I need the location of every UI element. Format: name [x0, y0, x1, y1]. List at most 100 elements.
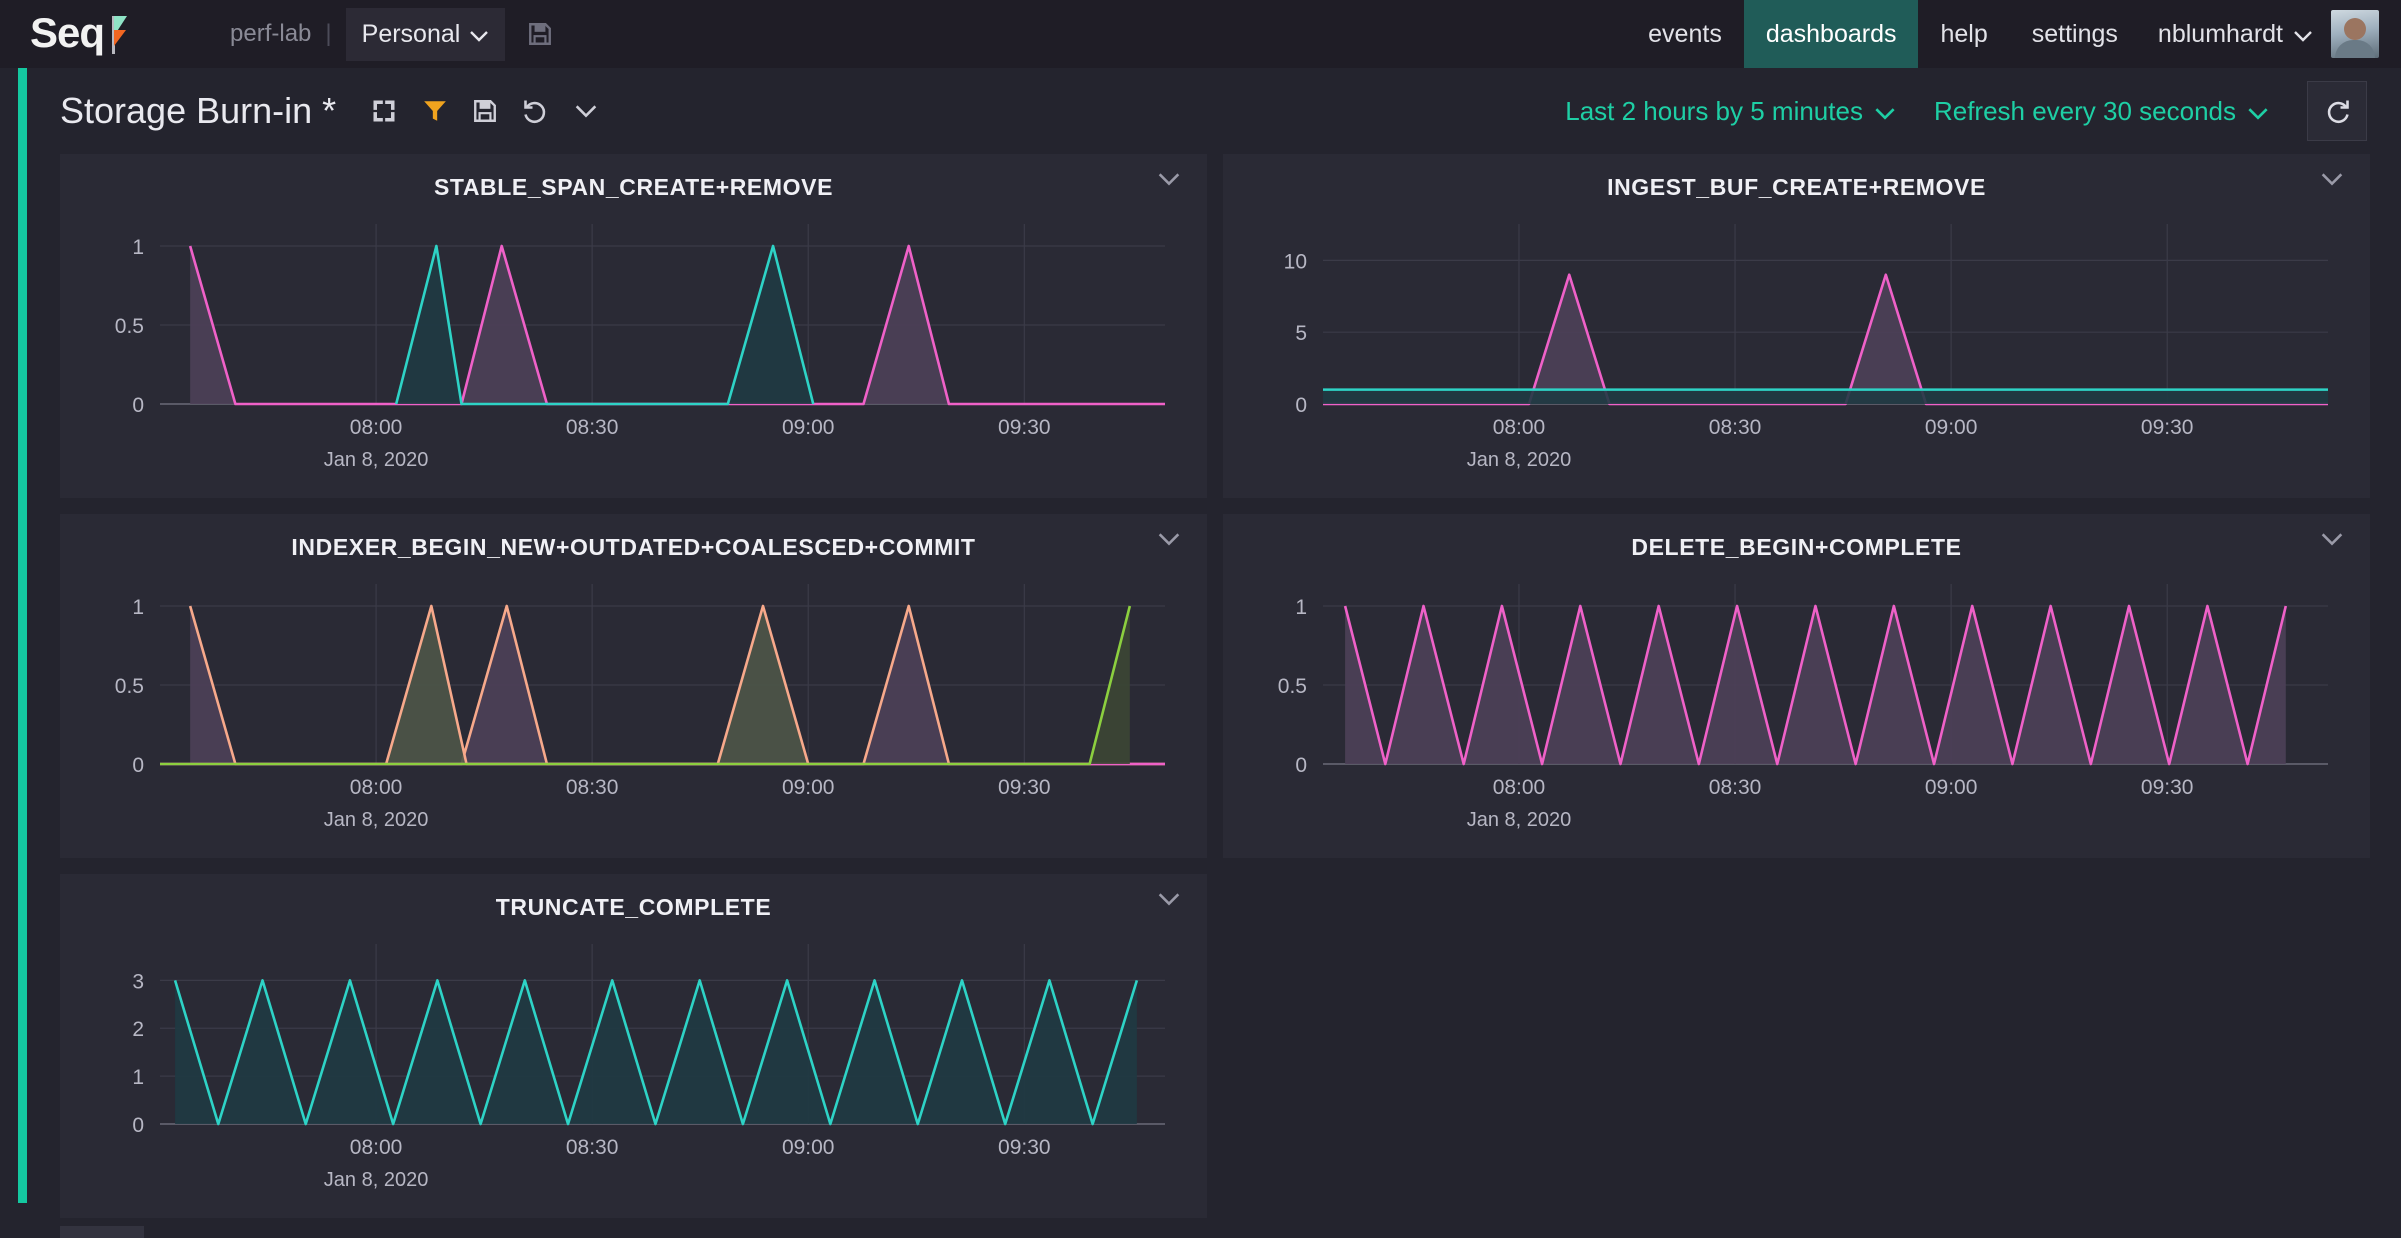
chart-title: INDEXER_BEGIN_NEW+OUTDATED+COALESCED+COM…: [291, 534, 976, 560]
x-axis-tick-label: 09:30: [998, 1136, 1051, 1159]
nav-item-dashboards[interactable]: dashboards: [1743, 0, 1919, 68]
x-axis-tick-label: 08:30: [566, 1136, 619, 1159]
x-axis-tick-label: 08:30: [566, 776, 619, 799]
chart-menu-chevron-down-icon[interactable]: [2320, 172, 2344, 186]
y-axis-tick-label: 10: [1284, 250, 1307, 273]
x-axis-date-label: Jan 8, 2020: [324, 1169, 429, 1191]
x-axis-tick-label: 08:00: [1493, 776, 1546, 799]
dashboard-header: Storage Burn-in * Last 2 hours by 5 minu…: [0, 68, 2401, 154]
y-axis-tick-label: 1: [1295, 596, 1307, 619]
add-chart-button[interactable]: [60, 1226, 144, 1238]
user-name: nblumhardt: [2157, 19, 2283, 48]
chevron-down-icon[interactable]: [574, 104, 598, 118]
x-axis-tick-label: 08:30: [566, 416, 619, 439]
seq-flag-icon: [108, 16, 132, 54]
chart-panel-ingest-buf: INGEST_BUF_CREATE+REMOVE 0 5 10 08:00 08:30 09…: [1223, 154, 2370, 498]
x-axis-tick-label: 09:30: [2141, 416, 2194, 439]
series-area-remove: [1323, 389, 2328, 404]
y-axis-tick-label: 1: [132, 1066, 144, 1089]
workspace-label: Personal: [361, 19, 461, 48]
chart-plot-area[interactable]: 0 0.5 1 08:00 08:30 09:00 09:30 Jan 8, 2020: [60, 206, 1207, 498]
chart-plot-area[interactable]: 0 5 10 08:00 08:30 09:00 09:30 Jan 8, 2020: [1223, 206, 2370, 498]
chart-panel-indexer: INDEXER_BEGIN_NEW+OUTDATED+COALESCED+COM…: [60, 514, 1207, 858]
time-range-label: Last 2 hours by 5 minutes: [1565, 95, 1863, 126]
x-axis-tick-label: 09:00: [782, 416, 835, 439]
dashboard-accent-bar: [18, 68, 27, 1203]
refresh-interval-label: Refresh every 30 seconds: [1933, 95, 2236, 126]
y-axis-tick-label: 1: [132, 236, 144, 259]
workspace-dropdown[interactable]: Personal: [345, 7, 506, 61]
x-axis-tick-label: 08:00: [1493, 416, 1546, 439]
x-axis-tick-label: 08:00: [350, 776, 403, 799]
y-axis-tick-label: 0.5: [115, 675, 144, 698]
x-axis-tick-label: 09:30: [998, 416, 1051, 439]
user-menu[interactable]: nblumhardt: [2140, 0, 2331, 68]
x-axis-tick-label: 09:00: [782, 1136, 835, 1159]
y-axis-tick-label: 0.5: [1278, 675, 1307, 698]
x-axis-tick-label: 09:00: [782, 776, 835, 799]
y-axis-tick-label: 5: [1295, 322, 1307, 345]
save-icon[interactable]: [472, 98, 498, 124]
filter-funnel-icon[interactable]: [422, 98, 448, 124]
x-axis-date-label: Jan 8, 2020: [324, 449, 429, 471]
y-axis-tick-label: 1: [132, 596, 144, 619]
x-axis-tick-label: 08:00: [350, 1136, 403, 1159]
nav-item-events[interactable]: events: [1626, 0, 1744, 68]
chart-panel-stable-span: STABLE_SPAN_CREATE+REMOVE 0 0.5 1 08:00 08:30…: [60, 154, 1207, 498]
chart-menu-chevron-down-icon[interactable]: [1157, 892, 1181, 906]
nav-item-help[interactable]: help: [1918, 0, 2009, 68]
chart-plot-area[interactable]: 0 0.5 1 08:00 08:30 09:00 09:30 Jan 8, 2020: [1223, 566, 2370, 858]
refresh-interval-selector[interactable]: Refresh every 30 seconds: [1918, 84, 2285, 139]
avatar[interactable]: [2331, 10, 2379, 58]
x-axis-date-label: Jan 8, 2020: [324, 809, 429, 831]
series-area-begin: [1345, 606, 2286, 764]
y-axis-tick-label: 0: [132, 754, 144, 777]
chart-menu-chevron-down-icon[interactable]: [1157, 532, 1181, 546]
x-axis-tick-label: 09:00: [1925, 416, 1978, 439]
chart-panel-truncate: TRUNCATE_COMPLETE 0 1 2 3 08:00 08:30 09:00 09:3…: [60, 874, 1207, 1218]
chart-menu-chevron-down-icon[interactable]: [2320, 532, 2344, 546]
x-axis-tick-label: 08:30: [1709, 416, 1762, 439]
y-axis-tick-label: 2: [132, 1018, 144, 1041]
chart-plot-area[interactable]: 0 0.5 1 08:00 08:30 09:00 09:30 Jan 8, 2020: [60, 566, 1207, 858]
chevron-down-icon: [1874, 96, 1896, 127]
chevron-down-icon: [2293, 20, 2313, 49]
x-axis-tick-label: 08:00: [350, 416, 403, 439]
series-area-complete: [175, 980, 1137, 1124]
brand-name: Seq: [30, 9, 105, 56]
org-name: perf-lab: [230, 20, 312, 47]
chart-menu-chevron-down-icon[interactable]: [1157, 172, 1181, 186]
main-nav-items: events dashboards help settings nblumhar…: [1626, 0, 2401, 68]
seq-logo[interactable]: Seq: [30, 0, 132, 68]
y-axis-tick-label: 0: [132, 394, 144, 417]
series-area-create: [1323, 274, 2328, 404]
dashboard-toolbar: [370, 97, 598, 125]
chart-panel-delete: DELETE_BEGIN+COMPLETE 0 0.5 1 08:00 08:30 09:0…: [1223, 514, 2370, 858]
fullscreen-icon[interactable]: [370, 97, 398, 125]
x-axis-tick-label: 08:30: [1709, 776, 1762, 799]
x-axis-tick-label: 09:30: [2141, 776, 2194, 799]
revert-icon[interactable]: [522, 97, 550, 125]
chevron-down-icon: [469, 20, 489, 49]
nav-item-settings[interactable]: settings: [2010, 0, 2140, 68]
y-axis-tick-label: 3: [132, 970, 144, 993]
time-range-selector[interactable]: Last 2 hours by 5 minutes: [1549, 84, 1912, 139]
y-axis-tick-label: 0: [1295, 754, 1307, 777]
x-axis-tick-label: 09:00: [1925, 776, 1978, 799]
y-axis-tick-label: 0: [132, 1114, 144, 1137]
dashboard-grid: STABLE_SPAN_CREATE+REMOVE 0 0.5 1 08:00 08:30…: [60, 154, 2370, 1218]
chart-title: INGEST_BUF_CREATE+REMOVE: [1607, 174, 1986, 200]
x-axis-date-label: Jan 8, 2020: [1467, 449, 1572, 471]
page-title: Storage Burn-in *: [60, 90, 337, 131]
refresh-now-button[interactable]: [2307, 81, 2367, 141]
x-axis-tick-label: 09:30: [998, 776, 1051, 799]
chart-title: STABLE_SPAN_CREATE+REMOVE: [433, 174, 834, 200]
top-navigation-bar: Seq perf-lab | Personal events dashboard…: [0, 0, 2401, 68]
save-workspace-icon[interactable]: [527, 21, 553, 47]
workspace-selector-group: perf-lab | Personal: [216, 0, 553, 68]
x-axis-date-label: Jan 8, 2020: [1467, 809, 1572, 831]
chart-title: TRUNCATE_COMPLETE: [495, 894, 772, 920]
chart-plot-area[interactable]: 0 1 2 3 08:00 08:30 09:00 09:30 Jan 8, 2020: [60, 926, 1207, 1218]
nav-divider: |: [325, 20, 332, 47]
y-axis-tick-label: 0.5: [115, 315, 144, 338]
